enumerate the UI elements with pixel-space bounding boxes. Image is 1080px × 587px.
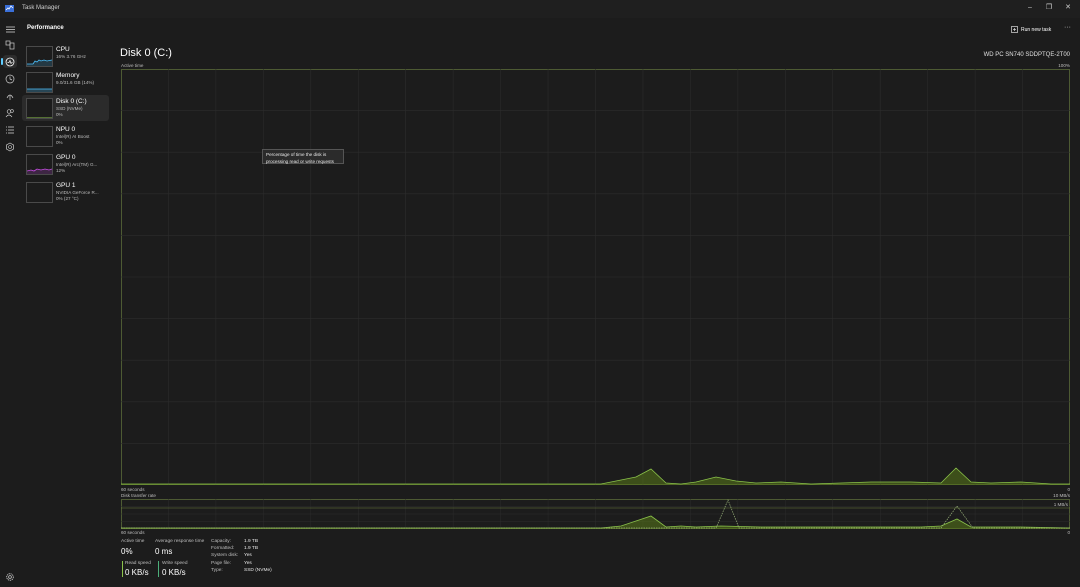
chart-tooltip: Percentage of time the disk is processin…: [262, 149, 344, 164]
run-new-task-label: Run new task: [1021, 26, 1052, 33]
run-task-icon: [1011, 26, 1018, 33]
maximize-button[interactable]: ❐: [1042, 3, 1056, 13]
prop-value: Yes: [244, 561, 252, 566]
disk-thumbnail-graph: [26, 98, 53, 119]
close-button[interactable]: ✕: [1061, 3, 1075, 13]
resource-name: GPU 0: [56, 154, 76, 161]
resource-name: Disk 0 (C:): [56, 98, 87, 105]
resource-usage: 0%: [56, 140, 63, 145]
transfer-chart-label: Disk transfer rate: [121, 493, 156, 498]
prop-label: Formatted:: [211, 546, 235, 551]
tooltip-line-2: processing read or write requests: [266, 158, 334, 164]
time-axis-right: 0: [1067, 487, 1070, 492]
resource-item-cpu[interactable]: CPU 16% 3.76 GHz: [22, 43, 109, 69]
resource-name: CPU: [56, 46, 70, 53]
prop-value: Yes: [244, 553, 252, 558]
prop-label: Capacity:: [211, 539, 231, 544]
resource-usage: 12%: [56, 168, 66, 173]
minimize-button[interactable]: –: [1023, 3, 1037, 13]
nav-active-indicator: [1, 58, 3, 65]
gpu-0-thumbnail-graph: [26, 154, 53, 175]
prop-value: 1.9 TB: [244, 539, 259, 544]
time-axis-right-2: 0: [1067, 530, 1070, 535]
write-speed-indicator: [158, 561, 159, 577]
active-time-stat-label: Active time: [121, 539, 145, 544]
hamburger-menu-icon[interactable]: [6, 25, 15, 34]
users-icon[interactable]: [5, 108, 15, 118]
header: Performance Run new task ···: [0, 18, 1080, 40]
read-speed-label: Read speed: [125, 561, 151, 566]
window-title: Task Manager: [22, 5, 60, 11]
resource-detail: 16% 3.76 GHz: [56, 54, 86, 59]
title-bar: Task Manager – ❐ ✕: [0, 0, 1080, 18]
page-title: Performance: [27, 25, 64, 31]
prop-value: SSD (NVMe): [244, 568, 272, 573]
response-time-label: Average response time: [155, 539, 205, 544]
resource-name: Memory: [56, 72, 80, 79]
transfer-rate-chart: [121, 499, 1070, 529]
resource-usage: 0% (27 °C): [56, 196, 79, 201]
resource-detail: 9.0/31.6 GB (14%): [56, 80, 95, 85]
disk-model: WD PC SN740 SDDPTQE-2T00: [983, 52, 1070, 58]
active-time-chart-label: Active time: [121, 63, 144, 68]
run-new-task-button[interactable]: Run new task: [1011, 25, 1051, 34]
response-time-value: 0 ms: [155, 547, 173, 556]
active-time-chart-max: 100%: [1058, 63, 1070, 68]
resource-item-gpu-0[interactable]: GPU 0 Intel(R) Arc(TM) G... 12%: [22, 151, 109, 177]
time-axis-left-2: 60 seconds: [121, 530, 145, 535]
write-speed-value: 0 KB/s: [162, 568, 186, 577]
performance-icon[interactable]: [5, 57, 15, 67]
resource-name: NPU 0: [56, 126, 76, 133]
resource-item-gpu-1[interactable]: GPU 1 NVIDIA GeForce R... 0% (27 °C): [22, 179, 109, 205]
more-options-button[interactable]: ···: [1064, 24, 1071, 31]
processes-icon[interactable]: [5, 40, 15, 50]
disk-title: Disk 0 (C:): [120, 47, 172, 59]
memory-thumbnail-graph: [26, 72, 53, 93]
settings-gear-icon[interactable]: [5, 572, 15, 582]
prop-label: System disk:: [211, 553, 239, 558]
details-icon[interactable]: [5, 125, 15, 135]
services-icon[interactable]: [5, 142, 15, 152]
task-manager-app-icon: [5, 5, 14, 12]
prop-label: Page file:: [211, 561, 232, 566]
time-axis-left: 60 seconds: [121, 487, 145, 492]
prop-label: Type:: [211, 568, 223, 573]
startup-apps-icon[interactable]: [5, 91, 15, 101]
resource-name: GPU 1: [56, 182, 76, 189]
gpu-1-thumbnail-graph: [26, 182, 53, 203]
write-speed-label: Write speed: [162, 561, 188, 566]
resource-item-npu-0[interactable]: NPU 0 Intel(R) AI Boost 0%: [22, 123, 109, 149]
app-history-icon[interactable]: [5, 74, 15, 84]
transfer-chart-max: 10 MB/s: [1053, 493, 1070, 498]
active-time-chart: [121, 69, 1070, 485]
resource-usage: 0%: [56, 112, 63, 117]
nav-rail: [0, 40, 20, 587]
cpu-thumbnail-graph: [26, 46, 53, 67]
npu-thumbnail-graph: [26, 126, 53, 147]
active-time-stat-value: 0%: [121, 547, 133, 556]
resource-item-disk-0[interactable]: Disk 0 (C:) SSD (NVMe) 0%: [22, 95, 109, 121]
read-speed-value: 0 KB/s: [125, 568, 149, 577]
resource-item-memory[interactable]: Memory 9.0/31.6 GB (14%): [22, 69, 109, 95]
prop-value: 1.9 TB: [244, 546, 259, 551]
read-speed-indicator: [122, 561, 123, 577]
transfer-chart-mid: 1 MB/s: [1053, 502, 1068, 507]
